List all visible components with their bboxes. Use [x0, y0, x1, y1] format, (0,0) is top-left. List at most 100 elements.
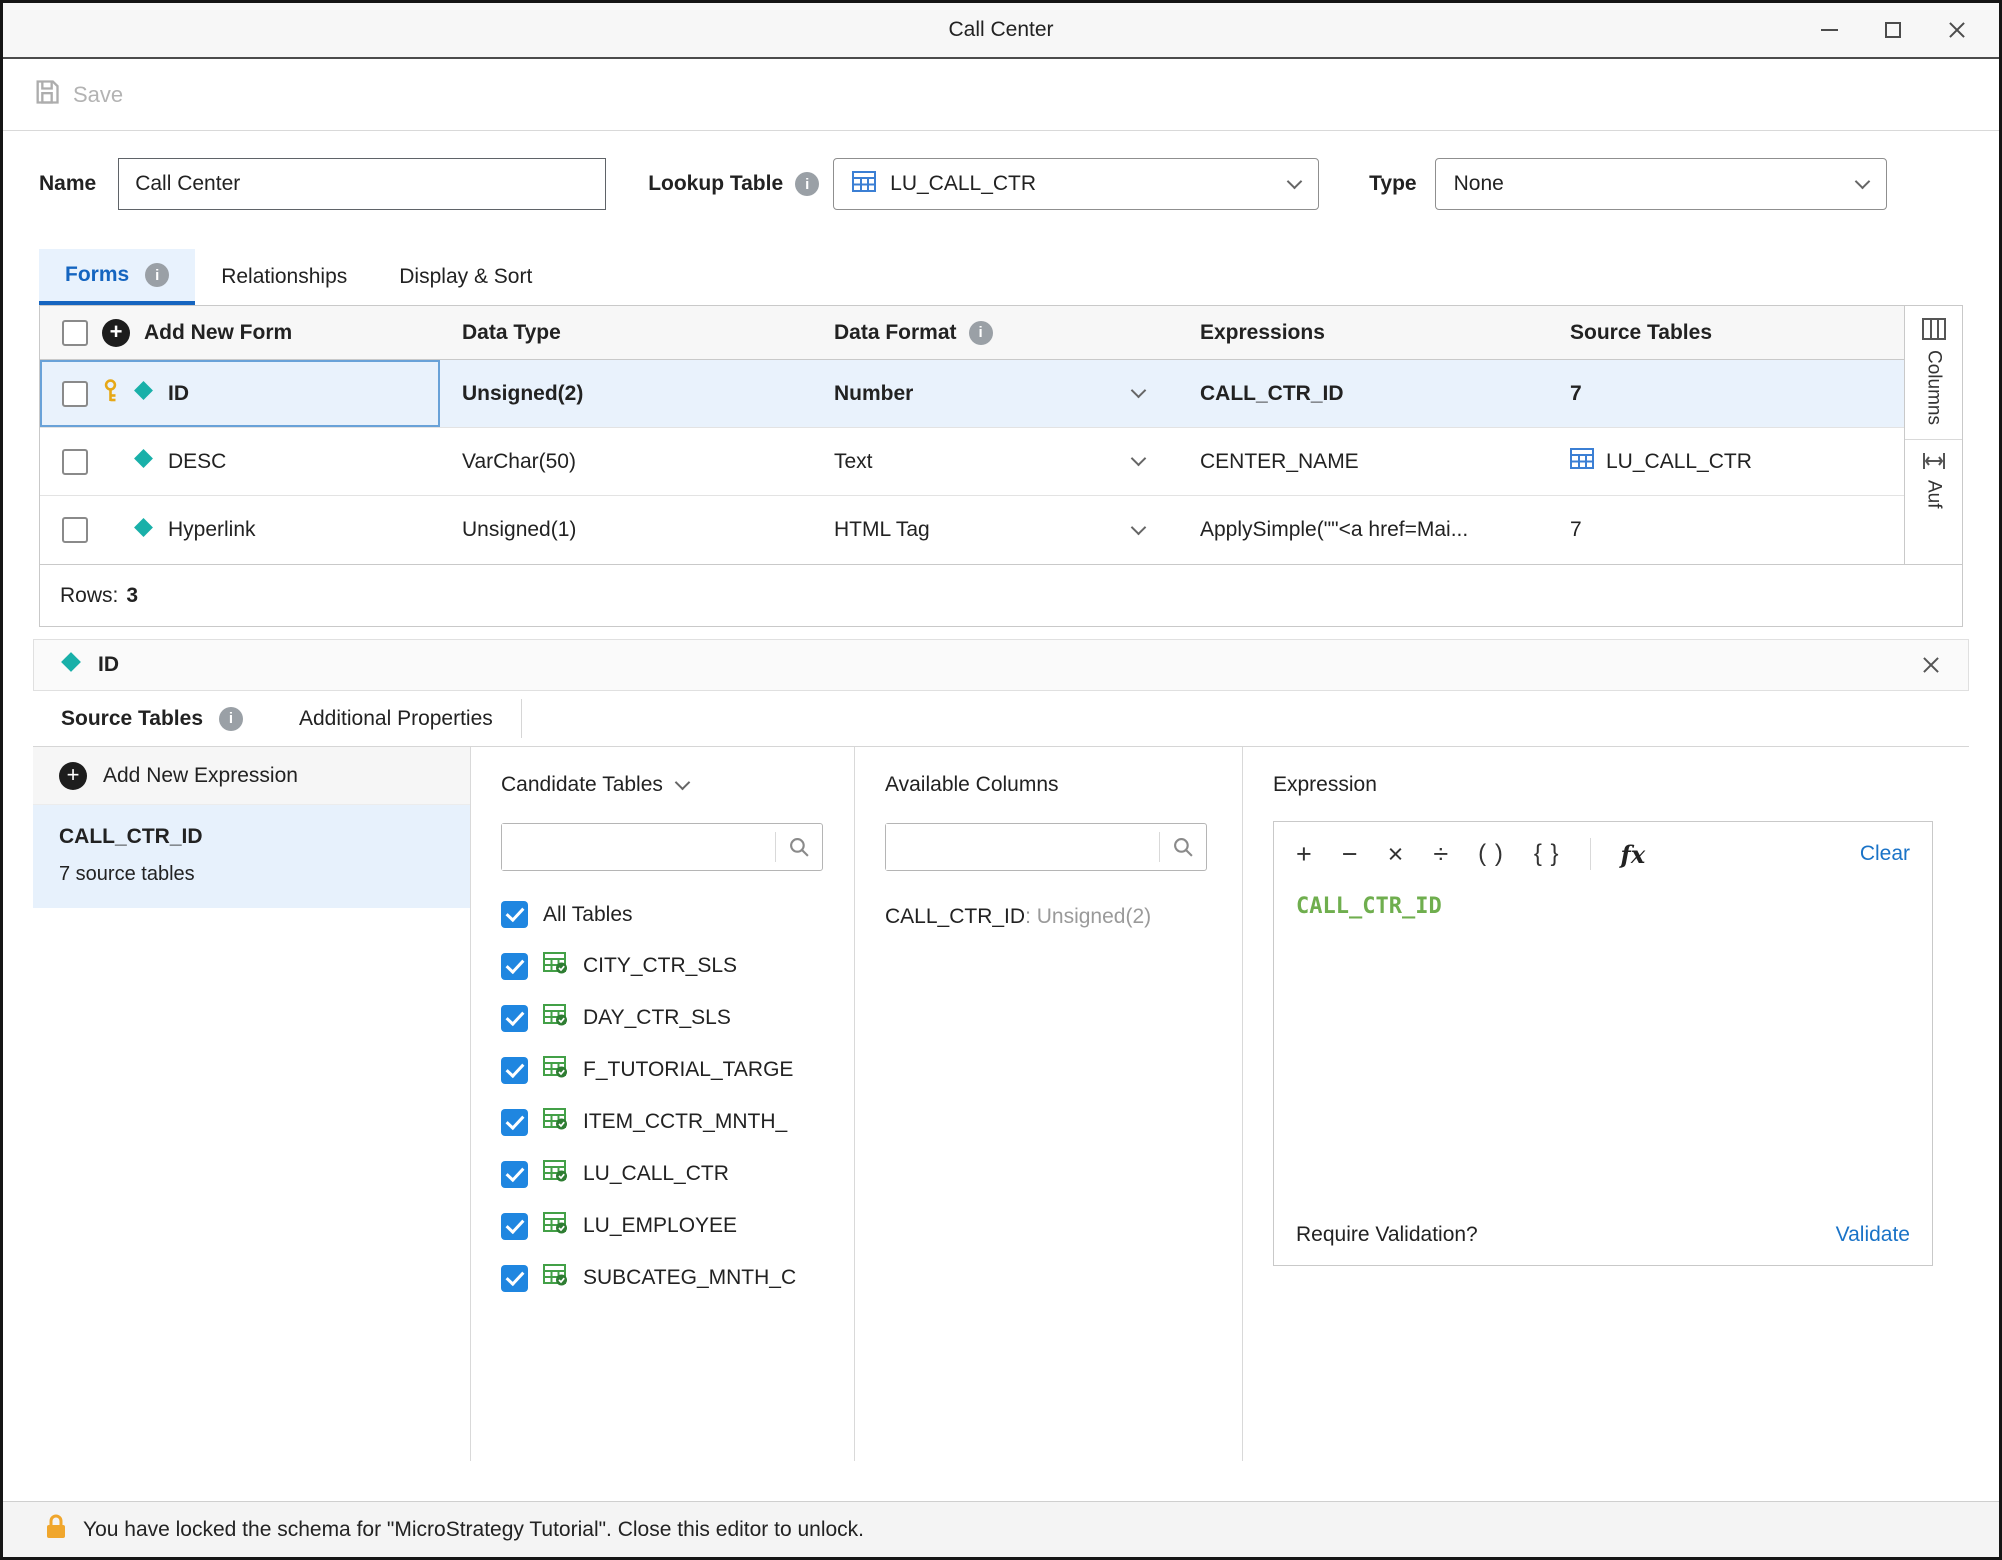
green-table-icon — [543, 1212, 568, 1240]
list-item[interactable]: LU_CALL_CTR — [501, 1160, 854, 1188]
expression-list-item[interactable]: CALL_CTR_ID 7 source tables — [33, 805, 470, 908]
plus-operator-button[interactable]: + — [1296, 841, 1312, 868]
checkbox-checked[interactable] — [501, 953, 528, 980]
rows-count: 3 — [126, 584, 138, 608]
list-item[interactable]: F_TUTORIAL_TARGE — [501, 1056, 854, 1084]
forms-info-icon[interactable] — [145, 263, 169, 287]
parentheses-button[interactable]: ( ) — [1478, 842, 1504, 866]
checkbox-checked[interactable] — [501, 1109, 528, 1136]
list-item[interactable]: DAY_CTR_SLS — [501, 1004, 854, 1032]
form-icon — [133, 448, 154, 475]
attribute-editor-window: Call Center Save Name Lookup Table LU_CA… — [0, 0, 2002, 1560]
chevron-down-icon — [1854, 173, 1870, 189]
table-row[interactable]: Hyperlink Unsigned(1) HTML Tag ApplySimp… — [40, 496, 1904, 564]
data-format-select[interactable]: HTML Tag — [812, 496, 1178, 564]
available-columns-panel: Available Columns CALL_CTR_ID: Unsigned(… — [855, 747, 1243, 1461]
checkbox-checked[interactable] — [501, 1057, 528, 1084]
expression-footer: Require Validation? Validate — [1274, 1205, 1932, 1265]
status-bar: You have locked the schema for "MicroStr… — [3, 1501, 1999, 1557]
divide-operator-button[interactable]: ÷ — [1433, 841, 1448, 868]
validate-button[interactable]: Validate — [1836, 1223, 1910, 1247]
autofit-rail-label: Auf — [1923, 480, 1945, 509]
tab-relationships[interactable]: Relationships — [195, 249, 373, 305]
minus-operator-button[interactable]: − — [1342, 841, 1358, 868]
table-icon — [852, 171, 876, 198]
search-icon[interactable] — [1160, 837, 1206, 858]
select-all-checkbox[interactable] — [62, 320, 88, 346]
tab-display-sort[interactable]: Display & Sort — [373, 249, 558, 305]
list-item[interactable]: All Tables — [501, 901, 854, 928]
braces-button[interactable]: { } — [1534, 842, 1560, 866]
columns-rail-tab[interactable]: Columns — [1905, 306, 1962, 439]
expression-editor: + − × ÷ ( ) { } fx Clear CALL_CTR_ID Req… — [1273, 821, 1933, 1266]
expression-toolbar: + − × ÷ ( ) { } fx Clear — [1274, 822, 1932, 886]
row-checkbox[interactable] — [62, 449, 88, 475]
available-search — [885, 823, 1207, 871]
checkbox-checked[interactable] — [501, 1005, 528, 1032]
expression-title: Expression — [1273, 773, 1377, 797]
add-new-expression-button[interactable]: Add New Expression — [33, 747, 470, 805]
list-item[interactable]: ITEM_CCTR_MNTH_ — [501, 1108, 854, 1136]
maximize-icon — [1885, 22, 1901, 38]
checkbox-checked[interactable] — [501, 901, 528, 928]
form-icon — [60, 651, 82, 679]
detail-close-button[interactable] — [1920, 654, 1942, 676]
close-button[interactable] — [1945, 18, 1969, 42]
candidate-search — [501, 823, 823, 871]
green-table-icon — [543, 1160, 568, 1188]
minimize-icon — [1821, 29, 1838, 31]
main-tabs: Forms Relationships Display & Sort — [3, 237, 1999, 305]
expression-name: CALL_CTR_ID — [59, 825, 444, 849]
detail-tabs: Source Tables Additional Properties — [33, 691, 1969, 747]
list-item[interactable]: SUBCATEG_MNTH_C — [501, 1264, 854, 1292]
table-row[interactable]: DESC VarChar(50) Text CENTER_NAME LU_CAL… — [40, 428, 1904, 496]
chevron-down-icon[interactable] — [675, 774, 691, 790]
toolbar: Save — [3, 59, 1999, 131]
save-button[interactable]: Save — [73, 82, 123, 108]
save-icon — [33, 78, 61, 111]
maximize-button[interactable] — [1881, 18, 1905, 42]
multiply-operator-button[interactable]: × — [1388, 841, 1404, 868]
source-tables-info-icon[interactable] — [219, 707, 243, 731]
name-input[interactable] — [118, 158, 606, 210]
lookup-info-icon[interactable] — [795, 172, 819, 196]
candidate-search-input[interactable] — [502, 824, 775, 870]
tab-source-tables[interactable]: Source Tables — [33, 691, 271, 746]
add-form-icon[interactable] — [102, 319, 130, 347]
type-dropdown[interactable]: None — [1435, 158, 1887, 210]
checkbox-checked[interactable] — [501, 1213, 528, 1240]
available-search-input[interactable] — [886, 824, 1159, 870]
table-row[interactable]: ID Unsigned(2) Number CALL_CTR_ID 7 — [40, 360, 1904, 428]
expression-code-area[interactable]: CALL_CTR_ID — [1274, 886, 1932, 1205]
expression-subtitle: 7 source tables — [59, 863, 444, 886]
row-checkbox[interactable] — [62, 517, 88, 543]
checkbox-checked[interactable] — [501, 1161, 528, 1188]
row-checkbox[interactable] — [62, 381, 88, 407]
tab-additional-properties[interactable]: Additional Properties — [271, 691, 521, 746]
list-item[interactable]: CITY_CTR_SLS — [501, 952, 854, 980]
lookup-table-value: LU_CALL_CTR — [890, 172, 1036, 196]
table-icon — [1570, 448, 1594, 475]
function-fx-button[interactable]: fx — [1621, 840, 1646, 869]
tab-forms[interactable]: Forms — [39, 249, 195, 305]
titlebar: Call Center — [3, 3, 1999, 59]
data-format-select[interactable]: Text — [812, 428, 1178, 495]
search-icon[interactable] — [776, 837, 822, 858]
col-data-format: Data Format — [834, 321, 957, 345]
column-type: : Unsigned(2) — [1025, 905, 1151, 928]
add-new-form-button[interactable]: Add New Form — [144, 321, 292, 345]
name-label: Name — [39, 172, 96, 196]
data-format-info-icon[interactable] — [969, 321, 993, 345]
columns-rail-label: Columns — [1923, 350, 1945, 425]
list-item[interactable]: LU_EMPLOYEE — [501, 1212, 854, 1240]
data-format-select[interactable]: Number — [812, 360, 1178, 427]
tab-separator — [521, 699, 522, 738]
minimize-button[interactable] — [1817, 18, 1841, 42]
autofit-rail-tab[interactable]: Auf — [1905, 439, 1962, 523]
available-column-item[interactable]: CALL_CTR_ID: Unsigned(2) — [885, 905, 1242, 929]
checkbox-checked[interactable] — [501, 1265, 528, 1292]
lookup-table-dropdown[interactable]: LU_CALL_CTR — [833, 158, 1319, 210]
candidate-table-list: All Tables CITY_CTR_SLS DAY_CTR_SLS F_TU… — [501, 901, 854, 1292]
clear-button[interactable]: Clear — [1860, 842, 1910, 866]
window-controls — [1817, 18, 1999, 42]
